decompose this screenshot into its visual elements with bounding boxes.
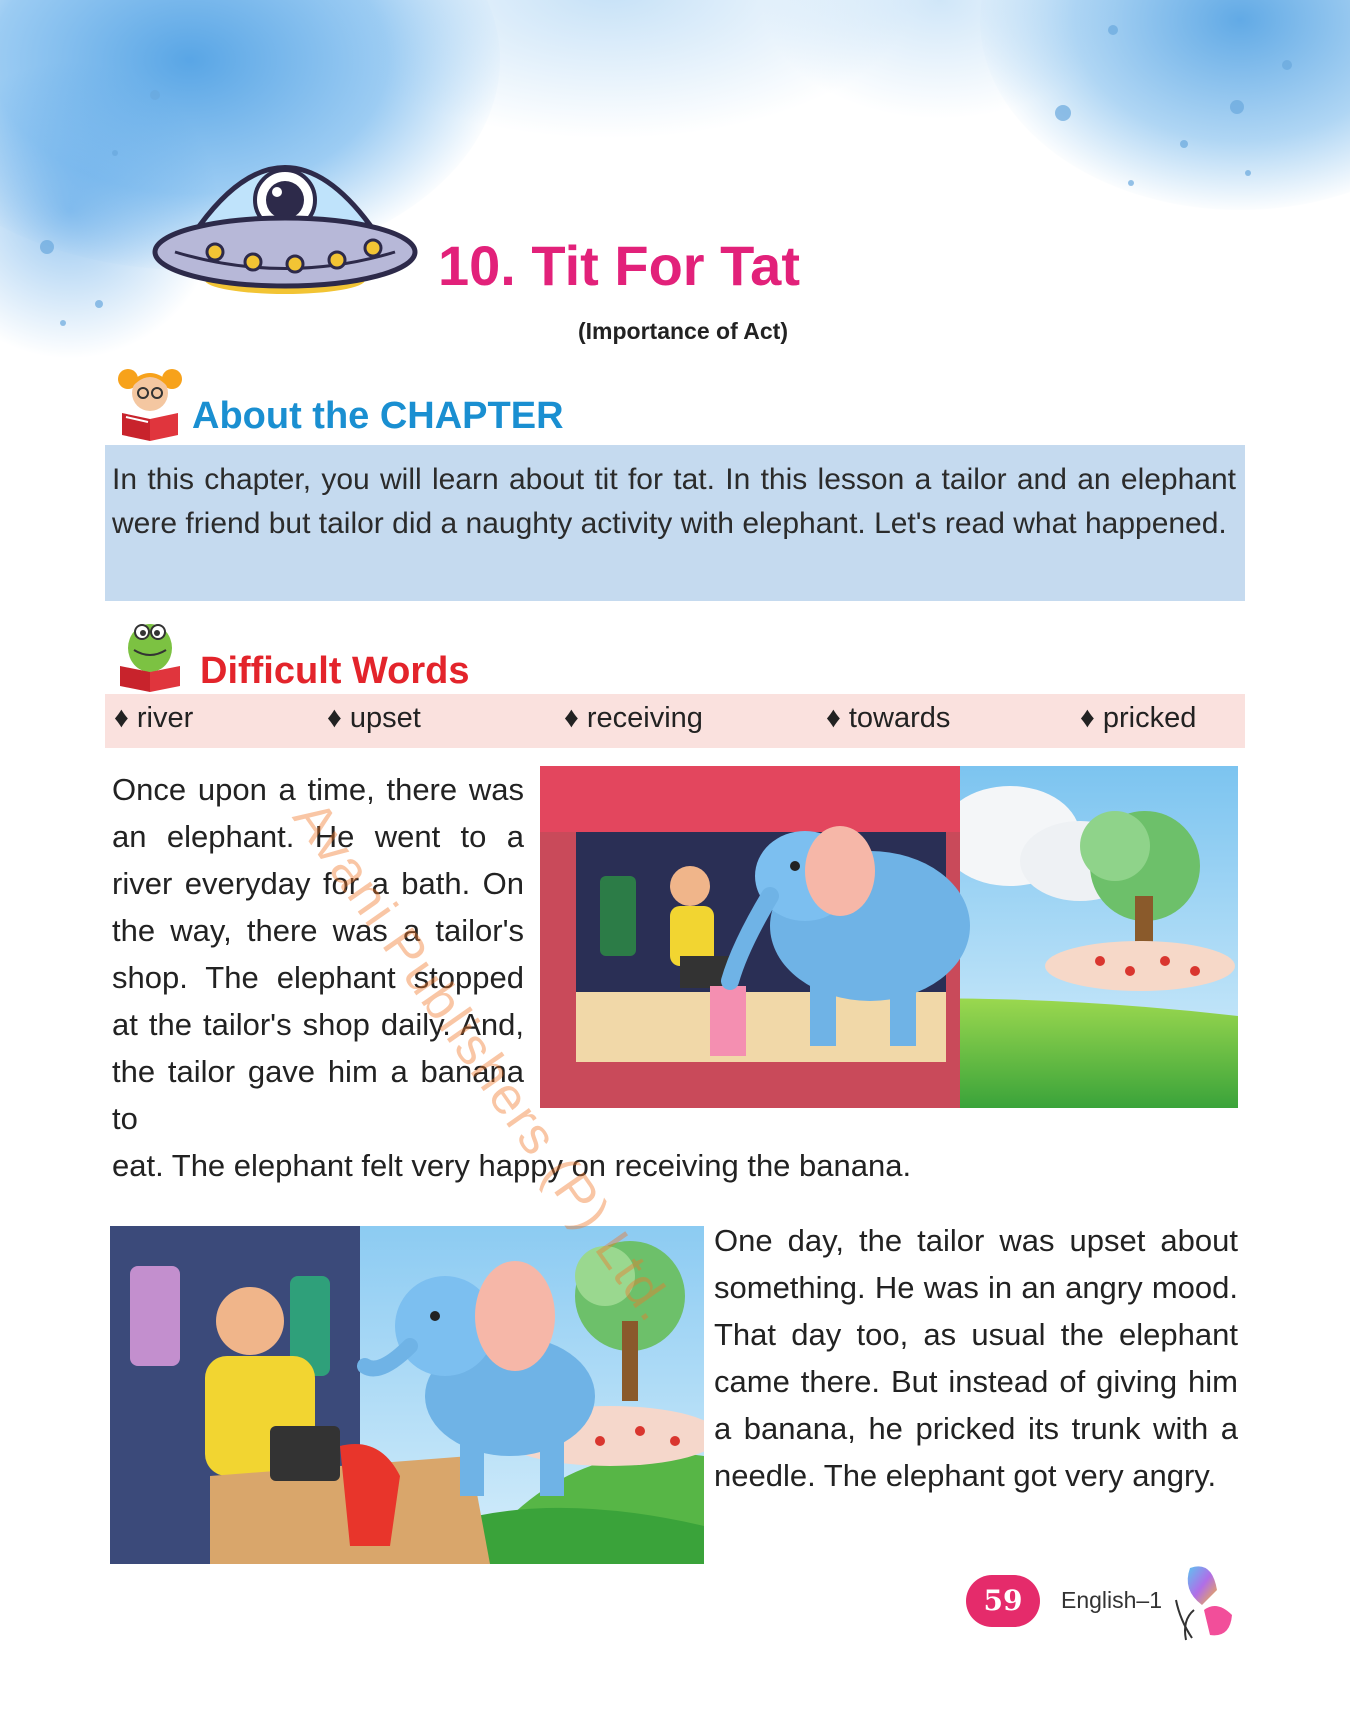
- diamond-bullet-icon: ♦: [1080, 702, 1103, 734]
- diamond-bullet-icon: ♦: [564, 702, 587, 734]
- diamond-bullet-icon: ♦: [826, 702, 849, 734]
- girl-reading-icon: [118, 369, 182, 441]
- difficult-word: ♦ receiving: [564, 702, 703, 734]
- tailor-shop-illustration: [540, 766, 1238, 1108]
- difficult-word: ♦ towards: [826, 702, 951, 734]
- story-paragraph-2: One day, the tailor was upset about some…: [714, 1223, 1238, 1493]
- page-number: 59: [966, 1575, 1040, 1627]
- chapter-subtitle: (Importance of Act): [578, 318, 788, 344]
- book-name: English–1: [1061, 1587, 1163, 1613]
- difficult-words-heading: Difficult Words: [200, 650, 470, 692]
- butterfly-icon: [1175, 1566, 1232, 1641]
- croc-reading-icon: [120, 624, 180, 692]
- diamond-bullet-icon: ♦: [327, 702, 350, 734]
- difficult-word: ♦ upset: [327, 702, 421, 734]
- about-heading: About the CHAPTER: [192, 395, 564, 437]
- diamond-bullet-icon: ♦: [114, 702, 137, 734]
- difficult-word: ♦ river: [114, 702, 194, 734]
- about-text: In this chapter, you will learn about ti…: [112, 463, 1236, 540]
- difficult-word: ♦ pricked: [1080, 702, 1197, 734]
- chapter-title: 10. Tit For Tat: [438, 234, 800, 297]
- ufo-astronaut-icon: [152, 165, 418, 294]
